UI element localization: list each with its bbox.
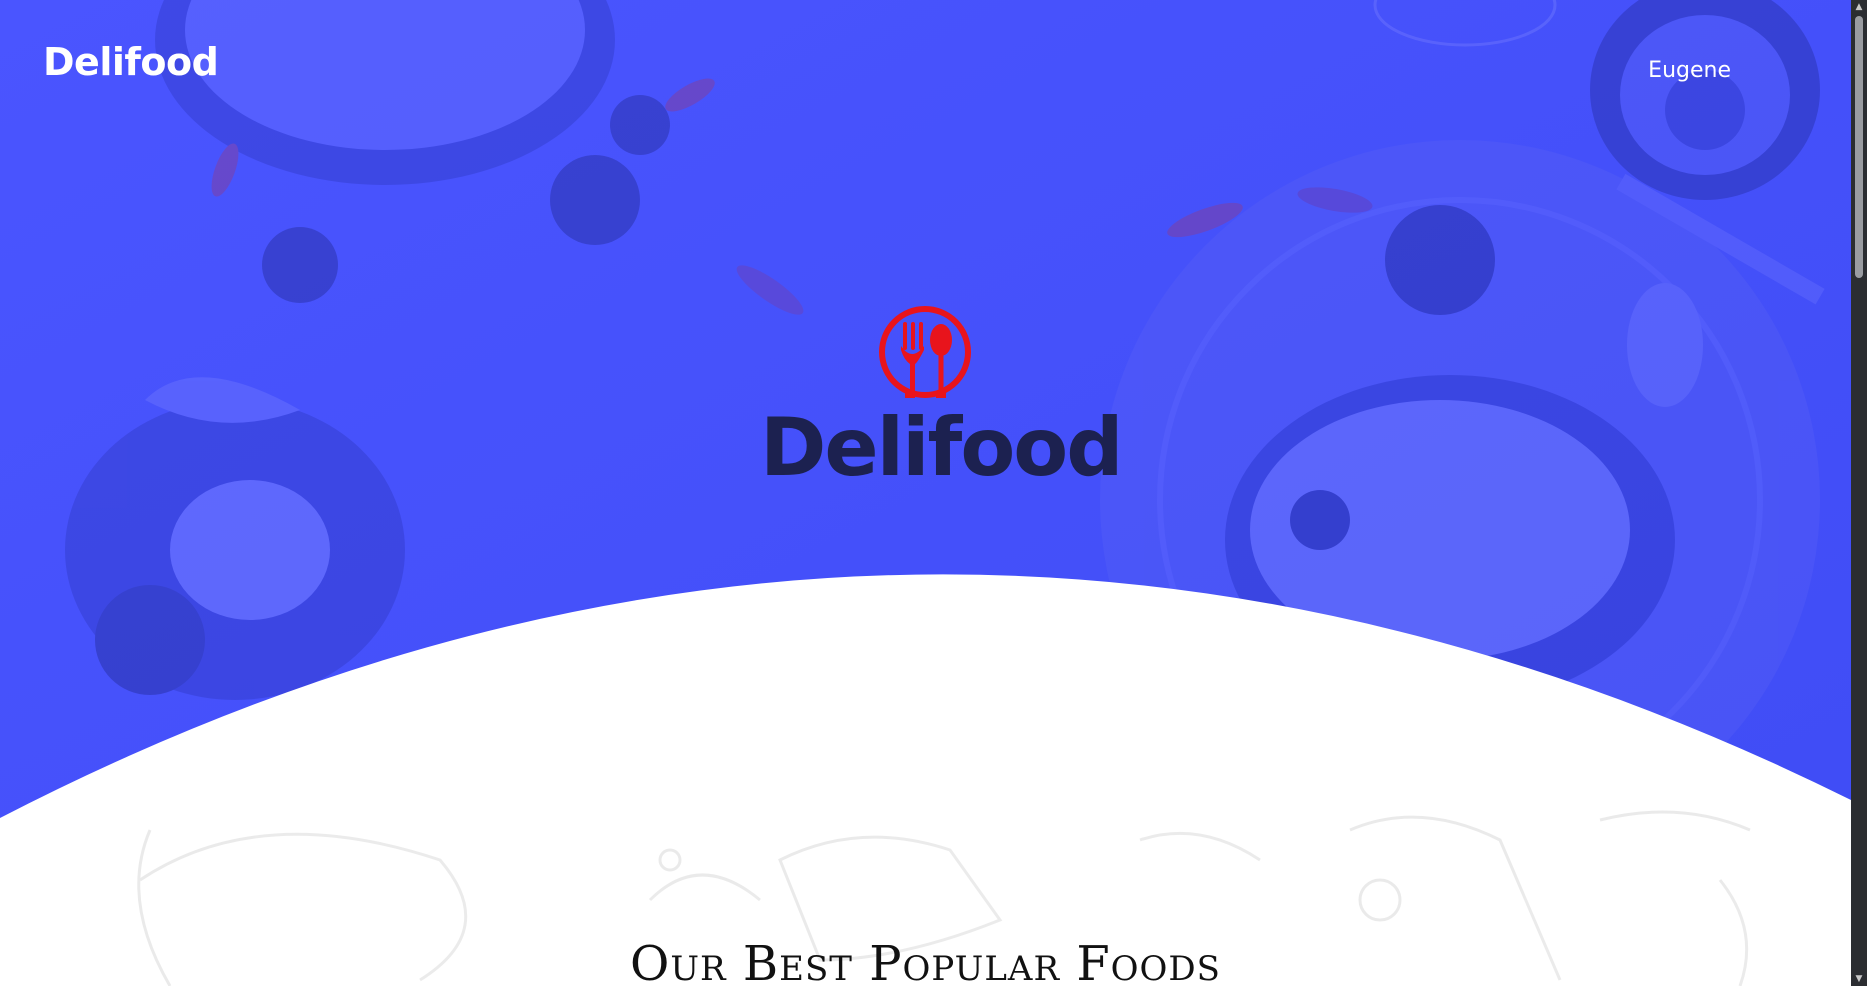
user-menu[interactable]: Eugene (1648, 58, 1731, 83)
hero-wordmark: Delifood (760, 401, 1124, 494)
scrollbar-thumb[interactable] (1855, 16, 1863, 278)
page: Delifood Eugene Delifood Our Best Popula… (0, 0, 1867, 986)
chevron-down-icon[interactable]: ▼ (1854, 974, 1864, 984)
top-navbar: Delifood Eugene (0, 0, 1851, 130)
chevron-up-icon[interactable]: ▲ (1854, 2, 1864, 12)
popular-foods-title: Our Best Popular Foods (630, 936, 1221, 986)
vertical-scrollbar[interactable]: ▲ ▼ (1851, 0, 1867, 986)
brand-link[interactable]: Delifood (43, 40, 219, 84)
